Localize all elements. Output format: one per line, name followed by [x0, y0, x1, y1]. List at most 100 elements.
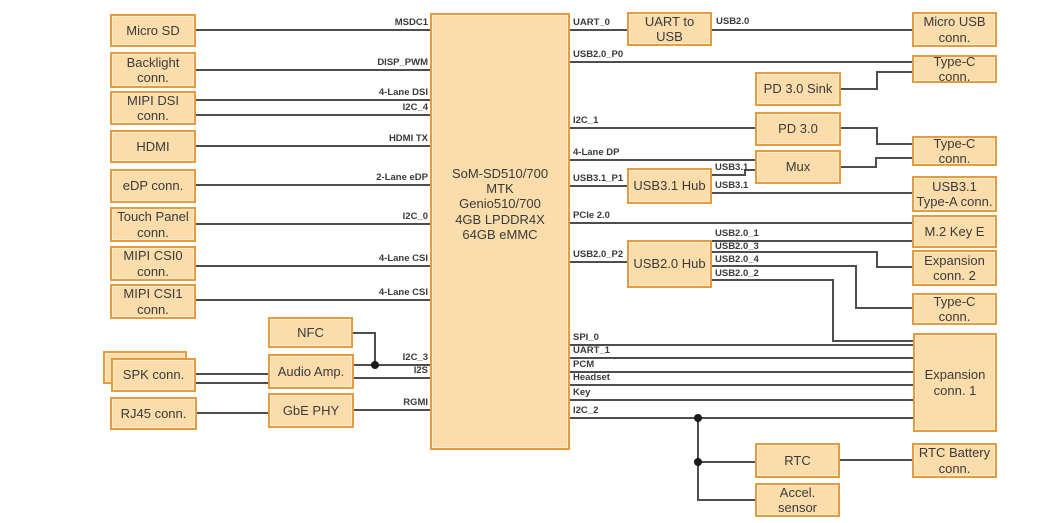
- signal-label-headset: Headset: [573, 372, 610, 383]
- signal-label-i2s: I2S: [413, 365, 428, 376]
- wire-usb20-3-h2: [876, 266, 912, 268]
- node-label: RTC: [784, 452, 811, 468]
- node-accel-sensor: Accel. sensor: [755, 483, 840, 517]
- wire-i2c4: [196, 114, 430, 116]
- node-type-c-conn-2: Type-C conn.: [912, 136, 997, 166]
- node-label: Type-C conn.: [933, 53, 976, 84]
- wire-pd-sink-h1: [841, 88, 878, 90]
- wire-rgmi: [354, 409, 430, 411]
- wire-rj45-gbe: [197, 412, 268, 414]
- node-pd30: PD 3.0: [755, 112, 841, 146]
- wire-pd30-h1: [841, 127, 878, 129]
- signal-label-4lane-dp: 4-Lane DP: [573, 147, 620, 158]
- node-label: USB2.0 Hub: [633, 256, 706, 272]
- signal-label-usb31-b: USB3.1: [715, 180, 749, 191]
- som-label-line: SoM-SD510/700: [451, 165, 549, 181]
- node-label: Accel. sensor: [777, 484, 818, 515]
- signal-label-key: Key: [573, 387, 591, 398]
- wire-usb20-p2: [570, 261, 627, 263]
- node-label: Touch Panel conn.: [117, 209, 189, 240]
- node-backlight-conn: Backlight conn.: [110, 52, 196, 88]
- node-som: SoM-SD510/700 MTK Genio510/700 4GB LPDDR…: [430, 13, 570, 450]
- node-usb31-type-a-conn: USB3.1 Type-A conn.: [912, 176, 997, 212]
- node-hdmi: HDMI: [110, 130, 196, 163]
- signal-label-rgmi: RGMI: [403, 397, 428, 408]
- junction-i2c3-nfc: [371, 361, 379, 369]
- node-expansion-conn-1: Expansion conn. 1: [913, 333, 997, 432]
- signal-label-i2c3: I2C_3: [402, 352, 428, 363]
- signal-label-i2c0: I2C_0: [402, 211, 428, 222]
- wire-usb20-microusb: [712, 29, 912, 31]
- node-label: USB3.1 Hub: [633, 178, 706, 194]
- som-label-line: MTK: [486, 181, 514, 196]
- wire-usb20-2-v: [832, 279, 834, 342]
- node-label: Expansion conn. 1: [924, 367, 986, 398]
- som-label-line: 4GB LPDDR4X: [455, 211, 545, 227]
- wire-pcm: [570, 371, 913, 373]
- node-usb20-hub: USB2.0 Hub: [627, 240, 712, 288]
- wire-usb20-2-h2: [832, 340, 913, 342]
- wire-mux-h1: [841, 166, 877, 168]
- signal-label-disp-pwm: DISP_PWM: [377, 57, 428, 68]
- node-label: Mux: [785, 159, 811, 175]
- wire-pcie20: [570, 222, 912, 224]
- wire-usb20-2-h1: [712, 279, 834, 281]
- signal-label-usb20: USB2.0: [716, 16, 750, 27]
- node-label: NFC: [297, 324, 324, 340]
- junction-i2c2-top: [694, 414, 702, 422]
- wire-pd-sink-h2: [876, 71, 912, 73]
- wire-usb20-4-h2: [855, 307, 912, 309]
- som-label-line: 64GB eMMC: [462, 226, 538, 242]
- node-label: USB3.1 Type-A conn.: [916, 178, 993, 209]
- node-label: HDMI: [136, 138, 170, 154]
- wire-nfc-h: [353, 332, 376, 334]
- signal-label-usb31-p1: USB3.1_P1: [573, 173, 624, 184]
- signal-label-usb20-p2: USB2.0_P2: [573, 249, 624, 260]
- signal-label-i2c1: I2C_1: [573, 115, 599, 126]
- node-nfc: NFC: [268, 317, 353, 348]
- node-mux: Mux: [755, 150, 841, 184]
- signal-label-4lane-csi0: 4-Lane CSI: [378, 253, 428, 264]
- som-label-line: Genio510/700: [459, 196, 541, 212]
- wire-i2c2-accel: [697, 499, 755, 501]
- node-rj45-conn: RJ45 conn.: [110, 397, 197, 430]
- wire-usb20-4-h1: [712, 265, 857, 267]
- wire-i2c2-rtc: [697, 461, 755, 463]
- node-label: Expansion conn. 2: [924, 252, 985, 283]
- wire-rtc-battery: [840, 459, 912, 461]
- signal-label-i2c2: I2C_2: [573, 405, 599, 416]
- node-label: MIPI CSI0 conn.: [123, 248, 183, 279]
- wire-i2c0: [196, 223, 430, 225]
- block-diagram: Micro SD Backlight conn. MIPI DSI conn. …: [0, 0, 1058, 523]
- signal-label-4lane-csi1: 4-Lane CSI: [378, 287, 428, 298]
- junction-i2c2-rtc: [694, 458, 702, 466]
- node-audio-amp: Audio Amp.: [268, 354, 354, 389]
- signal-label-i2c4: I2C_4: [402, 102, 428, 113]
- wire-msdc1: [196, 29, 430, 31]
- node-gbe-phy: GbE PHY: [268, 393, 354, 428]
- node-label: PD 3.0 Sink: [763, 81, 833, 97]
- node-label: Type-C conn.: [933, 135, 976, 166]
- node-mipi-csi0-conn: MIPI CSI0 conn.: [110, 246, 196, 281]
- node-label: Micro USB conn.: [923, 14, 986, 45]
- node-mipi-dsi-conn: MIPI DSI conn.: [110, 91, 196, 125]
- node-label: Backlight conn.: [126, 54, 180, 85]
- signal-label-uart0: UART_0: [573, 17, 610, 28]
- wire-usb31-p1: [570, 185, 627, 187]
- signal-label-msdc1: MSDC1: [394, 17, 428, 28]
- node-rtc-battery-conn: RTC Battery conn.: [912, 443, 997, 478]
- node-usb31-hub: USB3.1 Hub: [627, 168, 712, 204]
- node-micro-usb-conn: Micro USB conn.: [912, 12, 997, 47]
- node-label: M.2 Key E: [924, 223, 985, 239]
- wire-headset: [570, 384, 913, 386]
- node-type-c-conn-3: Type-C conn.: [912, 293, 997, 325]
- signal-label-usb20-4: USB2.0_4: [715, 254, 759, 265]
- node-uart-to-usb: UART to USB: [627, 12, 712, 46]
- signal-label-spi0: SPI_0: [573, 332, 599, 343]
- wire-usb31-mux-h1: [712, 174, 746, 176]
- signal-label-usb20-3: USB2.0_3: [715, 241, 759, 252]
- signal-label-usb20-p0: USB2.0_P0: [573, 49, 624, 60]
- node-label: SPK conn.: [122, 367, 185, 383]
- wire-4lane-csi0: [196, 265, 430, 267]
- signal-label-usb20-1: USB2.0_1: [715, 228, 759, 239]
